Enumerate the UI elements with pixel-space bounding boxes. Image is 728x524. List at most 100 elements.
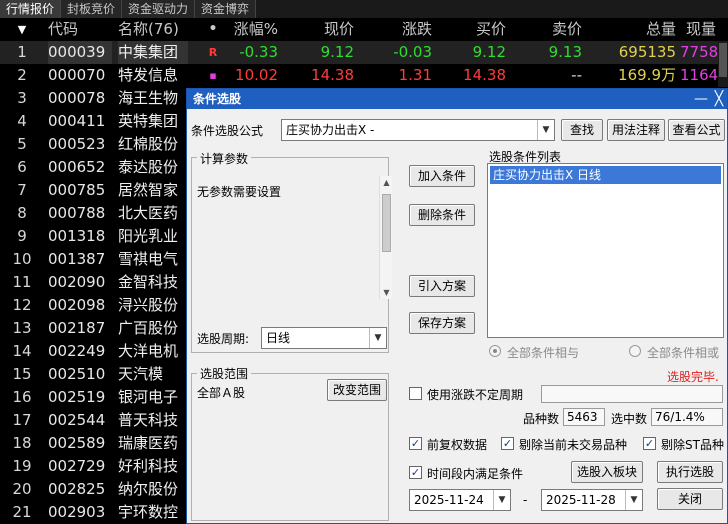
tab-fund-drive[interactable]: 资金驱动力 — [122, 0, 196, 18]
time-range-checkbox[interactable]: ✓ — [409, 466, 422, 479]
stock-code: 001387 — [48, 250, 106, 268]
table-header: ▼ 代码 名称(76) • 涨幅% 现价 涨跌 买价 卖价 总量 现量 — [0, 18, 728, 41]
import-plan-button[interactable]: 引入方案 — [409, 275, 475, 297]
total-volume: 695135 — [618, 43, 676, 61]
view-formula-button[interactable]: 查看公式 — [668, 119, 725, 141]
table-row[interactable]: 2 000070 特发信息 ▪ 10.02 14.38 1.31 14.38 -- 169.9万 1… — [0, 64, 728, 87]
usage-note-button[interactable]: 用法注释 — [607, 119, 665, 141]
params-scrollbar[interactable]: ▲ ▼ — [379, 176, 392, 299]
radio-and[interactable] — [489, 345, 501, 357]
date-from-picker[interactable]: 2025-11-24 ▼ — [409, 489, 511, 511]
stock-count-field: 5463 — [563, 408, 605, 426]
list-item[interactable]: 庄买协力出击X 日线 — [490, 166, 721, 184]
stock-code: 000039 — [48, 41, 112, 64]
period-select[interactable]: 日线 ▼ — [261, 327, 387, 349]
stock-code: 002510 — [48, 365, 106, 383]
date-to-picker[interactable]: 2025-11-28 ▼ — [541, 489, 643, 511]
col-volume[interactable]: 总量 — [590, 18, 676, 41]
dialog-title: 条件选股 — [187, 89, 727, 109]
execute-select-button[interactable]: 执行选股 — [657, 461, 723, 483]
time-range-label: 时间段内满足条件 — [427, 467, 524, 481]
stock-name: 雪祺电气 — [118, 250, 179, 268]
col-price[interactable]: 现价 — [296, 18, 354, 41]
row-index: 7 — [17, 181, 27, 199]
stock-code: 002825 — [48, 480, 106, 498]
top-tab-bar: 行情报价 封板竞价 资金驱动力 资金博弈 — [0, 0, 728, 18]
stock-code: 000523 — [48, 135, 106, 153]
stock-name: 泰达股份 — [118, 158, 179, 176]
volatile-period-checkbox[interactable] — [409, 387, 422, 400]
stock-code: 002098 — [48, 296, 106, 314]
stock-name: 银河电子 — [118, 388, 179, 406]
row-index: 21 — [12, 503, 32, 521]
col-pct[interactable]: 涨幅% — [226, 18, 278, 41]
col-change[interactable]: 涨跌 — [380, 18, 432, 41]
stock-code: 002544 — [48, 411, 106, 429]
stock-name: 阳光乳业 — [118, 227, 179, 245]
range-title: 选股范围 — [197, 365, 252, 382]
formula-select[interactable]: 庄买协力出击X - ▼ — [281, 119, 555, 141]
save-plan-button[interactable]: 保存方案 — [409, 312, 475, 334]
col-bid[interactable]: 买价 — [448, 18, 506, 41]
stock-name: 北大医药 — [118, 204, 179, 222]
forward-adjust-label: 前复权数据 — [427, 438, 488, 452]
stock-name: 英特集团 — [118, 112, 179, 130]
date-to-value: 2025-11-28 — [546, 493, 616, 507]
tab-quote[interactable]: 行情报价 — [0, 0, 62, 18]
change-range-button[interactable]: 改变范围 — [327, 379, 387, 401]
stock-name: 天汽模 — [118, 365, 164, 383]
col-current-volume[interactable]: 现量 — [680, 18, 716, 41]
stock-name: 广百股份 — [118, 319, 179, 337]
tab-fund-game[interactable]: 资金博弈 — [195, 0, 257, 18]
status-text: 选股完毕. — [667, 370, 719, 384]
remove-st-checkbox[interactable]: ✓ — [643, 437, 656, 450]
tab-limit-auction[interactable]: 封板竞价 — [61, 0, 123, 18]
table-scrollbar[interactable] — [718, 41, 728, 87]
stock-code: 002589 — [48, 434, 106, 452]
col-name[interactable]: 名称(76) — [118, 18, 188, 41]
stock-name: 纳尔股份 — [118, 480, 179, 498]
col-flag[interactable]: • — [200, 18, 226, 41]
params-title: 计算参数 — [197, 150, 252, 167]
row-index: 6 — [17, 158, 27, 176]
row-index: 14 — [12, 342, 32, 360]
radio-or[interactable] — [629, 345, 641, 357]
change-pct: 10.02 — [235, 66, 278, 84]
stock-name: 海王生物 — [118, 89, 179, 107]
radio-or-label: 全部条件相或 — [647, 346, 720, 360]
selected-count-field: 76/1.4% — [651, 408, 723, 426]
scroll-thumb[interactable] — [719, 43, 727, 77]
scroll-up-icon[interactable]: ▲ — [380, 176, 393, 189]
scroll-thumb[interactable] — [382, 194, 391, 252]
stock-code: 000652 — [48, 158, 106, 176]
scroll-down-icon[interactable]: ▼ — [380, 286, 393, 299]
close-icon[interactable]: ╳ — [711, 89, 727, 109]
stock-name: 浔兴股份 — [118, 296, 179, 314]
stock-code: 000788 — [48, 204, 106, 222]
row-index: 2 — [17, 66, 27, 84]
stock-code: 000411 — [48, 112, 106, 130]
stock-code: 000078 — [48, 89, 106, 107]
remove-untraded-checkbox[interactable]: ✓ — [501, 437, 514, 450]
col-ask[interactable]: 卖价 — [522, 18, 582, 41]
volatile-period-label: 使用涨跌不定周期 — [427, 388, 524, 402]
find-button[interactable]: 查找 — [561, 119, 603, 141]
table-row[interactable]: 1 000039 中集集团 R -0.33 9.12 -0.03 9.12 9.13 695135… — [0, 41, 728, 64]
add-to-block-button[interactable]: 选股入板块 — [571, 461, 643, 483]
current-volume: 1164 — [680, 66, 719, 84]
stock-name: 居然智家 — [118, 181, 179, 199]
row-index: 17 — [12, 411, 32, 429]
add-condition-button[interactable]: 加入条件 — [409, 165, 475, 187]
minimize-icon[interactable]: — — [693, 89, 709, 109]
chevron-down-icon: ▼ — [493, 490, 510, 510]
bid-price: 9.12 — [472, 43, 506, 61]
ask-price: -- — [571, 66, 582, 84]
close-button[interactable]: 关闭 — [657, 488, 723, 510]
total-volume: 169.9万 — [618, 66, 676, 84]
forward-adjust-checkbox[interactable]: ✓ — [409, 437, 422, 450]
condition-list[interactable]: 庄买协力出击X 日线 — [487, 163, 724, 338]
volatile-period-field[interactable] — [541, 385, 723, 403]
sort-menu-icon[interactable]: ▼ — [0, 18, 44, 41]
col-code[interactable]: 代码 — [48, 18, 112, 41]
delete-condition-button[interactable]: 删除条件 — [409, 204, 475, 226]
